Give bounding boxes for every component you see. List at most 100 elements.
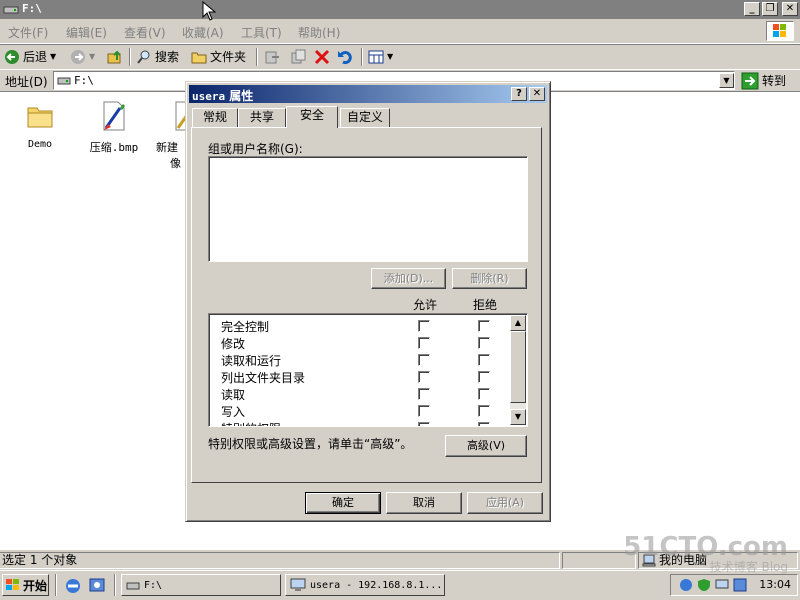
bitmap-file-icon bbox=[103, 101, 125, 131]
deny-checkbox[interactable] bbox=[478, 320, 490, 332]
security-panel: 组或用户名称(G): 添加(D)... 删除(R) 允许 拒绝 特别的权限写入 读… bbox=[191, 127, 542, 483]
minimize-button[interactable]: _ bbox=[744, 2, 760, 16]
permission-label: 读取 bbox=[221, 388, 246, 402]
task-explorer[interactable]: F:\ bbox=[121, 574, 281, 596]
views-dropdown-icon[interactable]: ▼ bbox=[387, 48, 393, 66]
tray-clock[interactable]: 13:04 bbox=[759, 578, 791, 591]
menu-tools[interactable]: 工具(T) bbox=[241, 24, 282, 41]
menu-favorites[interactable]: 收藏(A) bbox=[182, 24, 224, 41]
copy-to-icon bbox=[291, 49, 306, 64]
tray-network-icon[interactable] bbox=[679, 578, 693, 592]
allow-checkbox[interactable] bbox=[418, 405, 430, 417]
allow-checkbox[interactable] bbox=[418, 422, 430, 426]
deny-checkbox[interactable] bbox=[478, 371, 490, 383]
tray-display-icon[interactable] bbox=[733, 578, 747, 592]
permission-row: 修改 bbox=[221, 334, 511, 351]
go-arrow-icon bbox=[741, 72, 759, 89]
remove-button[interactable]: 删除(R) bbox=[452, 268, 527, 289]
group-users-list[interactable] bbox=[208, 156, 528, 262]
standard-toolbar: 后退 ▼ ▼ 搜索 文件夹 ▼ bbox=[0, 44, 800, 69]
forward-button[interactable]: ▼ bbox=[70, 48, 95, 66]
task-remote-session[interactable]: usera - 192.168.8.1... bbox=[285, 574, 445, 596]
permissions-scrollbar[interactable]: ▲ ▼ bbox=[510, 315, 526, 425]
scroll-down-button[interactable]: ▼ bbox=[510, 409, 526, 425]
deny-checkbox[interactable] bbox=[478, 388, 490, 400]
allow-checkbox[interactable] bbox=[418, 337, 430, 349]
delete-button[interactable] bbox=[314, 48, 330, 66]
copy-to-button[interactable] bbox=[290, 48, 306, 66]
cancel-button[interactable]: 取消 bbox=[386, 492, 462, 514]
help-button[interactable]: ? bbox=[511, 87, 527, 101]
deny-column-header: 拒绝 bbox=[473, 298, 498, 312]
status-bar: 选定 1 个对象 我的电脑 bbox=[0, 549, 800, 570]
folder-icon bbox=[27, 107, 53, 128]
move-to-button[interactable] bbox=[264, 48, 280, 66]
folders-button[interactable]: 文件夹 bbox=[191, 48, 246, 66]
explorer-title-bar[interactable]: F:\ _ ❐ ✕ bbox=[0, 0, 800, 19]
restore-button[interactable]: ❐ bbox=[762, 2, 778, 16]
start-button[interactable]: 开始 bbox=[2, 574, 49, 596]
search-button[interactable]: 搜索 bbox=[136, 48, 179, 66]
allow-checkbox[interactable] bbox=[418, 388, 430, 400]
address-value: F:\ bbox=[74, 74, 94, 87]
deny-checkbox[interactable] bbox=[478, 337, 490, 349]
close-dialog-button[interactable]: ✕ bbox=[529, 87, 545, 101]
permission-row: 读取和运行 bbox=[221, 351, 511, 368]
folders-icon bbox=[191, 52, 207, 64]
allow-column-header: 允许 bbox=[413, 298, 438, 312]
menu-edit[interactable]: 编辑(E) bbox=[66, 24, 107, 41]
tray-computer-icon[interactable] bbox=[715, 578, 729, 592]
tab-general[interactable]: 常规 bbox=[192, 108, 238, 127]
scroll-thumb[interactable] bbox=[510, 331, 526, 403]
drive-icon bbox=[3, 6, 19, 14]
undo-button[interactable] bbox=[337, 48, 353, 66]
remote-desktop-icon bbox=[290, 578, 306, 591]
deny-checkbox[interactable] bbox=[478, 422, 490, 426]
close-window-button[interactable]: ✕ bbox=[782, 2, 798, 16]
tray-shield-icon[interactable] bbox=[697, 578, 711, 592]
address-dropdown-button[interactable]: ▼ bbox=[719, 73, 734, 88]
advanced-button[interactable]: 高级(V) bbox=[445, 435, 527, 457]
permissions-list[interactable]: 特别的权限写入 读取 列出文件夹目录读取和运行 修改 完全控制 ▲ ▼ bbox=[208, 313, 528, 427]
menu-view[interactable]: 查看(V) bbox=[124, 24, 166, 41]
add-button[interactable]: 添加(D)... bbox=[371, 268, 446, 289]
back-dropdown-icon[interactable]: ▼ bbox=[50, 48, 56, 66]
go-button[interactable]: 转到 bbox=[741, 71, 786, 90]
permission-row: 特别的权限 bbox=[221, 419, 511, 426]
ok-button[interactable]: 确定 bbox=[305, 492, 381, 514]
status-location: 我的电脑 bbox=[638, 552, 798, 569]
up-folder-button[interactable] bbox=[107, 48, 123, 66]
deny-checkbox[interactable] bbox=[478, 354, 490, 366]
forward-dropdown-icon[interactable]: ▼ bbox=[89, 48, 95, 66]
dialog-title-bar[interactable]: usera 属性 ? ✕ bbox=[189, 85, 547, 103]
taskbar: 开始 F:\ usera - 192.168.8.1... 13:04 bbox=[0, 570, 800, 600]
back-arrow-icon bbox=[5, 50, 19, 64]
menu-help[interactable]: 帮助(H) bbox=[298, 24, 340, 41]
deny-checkbox[interactable] bbox=[478, 405, 490, 417]
back-button[interactable]: 后退 ▼ bbox=[4, 48, 56, 66]
allow-checkbox[interactable] bbox=[418, 320, 430, 332]
mouse-cursor-icon bbox=[202, 1, 216, 21]
forward-arrow-icon bbox=[71, 50, 85, 64]
drive-icon bbox=[57, 77, 71, 85]
permission-row: 写入 bbox=[221, 402, 511, 419]
permission-label: 写入 bbox=[221, 405, 246, 419]
scroll-up-button[interactable]: ▲ bbox=[510, 315, 526, 331]
apply-button[interactable]: 应用(A) bbox=[467, 492, 543, 514]
quicklaunch-desktop-icon[interactable] bbox=[88, 577, 106, 598]
views-button[interactable]: ▼ bbox=[368, 48, 393, 66]
allow-checkbox[interactable] bbox=[418, 371, 430, 383]
my-computer-icon bbox=[642, 554, 656, 567]
tab-security[interactable]: 安全 bbox=[286, 106, 338, 128]
advanced-hint-text: 特别权限或高级设置，请单击“高级”。 bbox=[208, 437, 413, 451]
tab-sharing[interactable]: 共享 bbox=[238, 108, 286, 127]
file-item-demo[interactable]: Demo bbox=[8, 102, 72, 150]
views-icon bbox=[368, 50, 384, 64]
allow-checkbox[interactable] bbox=[418, 354, 430, 366]
permission-label: 列出文件夹目录 bbox=[221, 371, 306, 385]
quicklaunch-ie-icon[interactable] bbox=[64, 577, 82, 598]
file-item-bmp[interactable]: 压缩.bmp bbox=[82, 100, 146, 155]
tab-custom[interactable]: 自定义 bbox=[340, 108, 390, 127]
file-item-new[interactable]: 新建 像 bbox=[152, 100, 197, 171]
menu-file[interactable]: 文件(F) bbox=[8, 24, 48, 41]
